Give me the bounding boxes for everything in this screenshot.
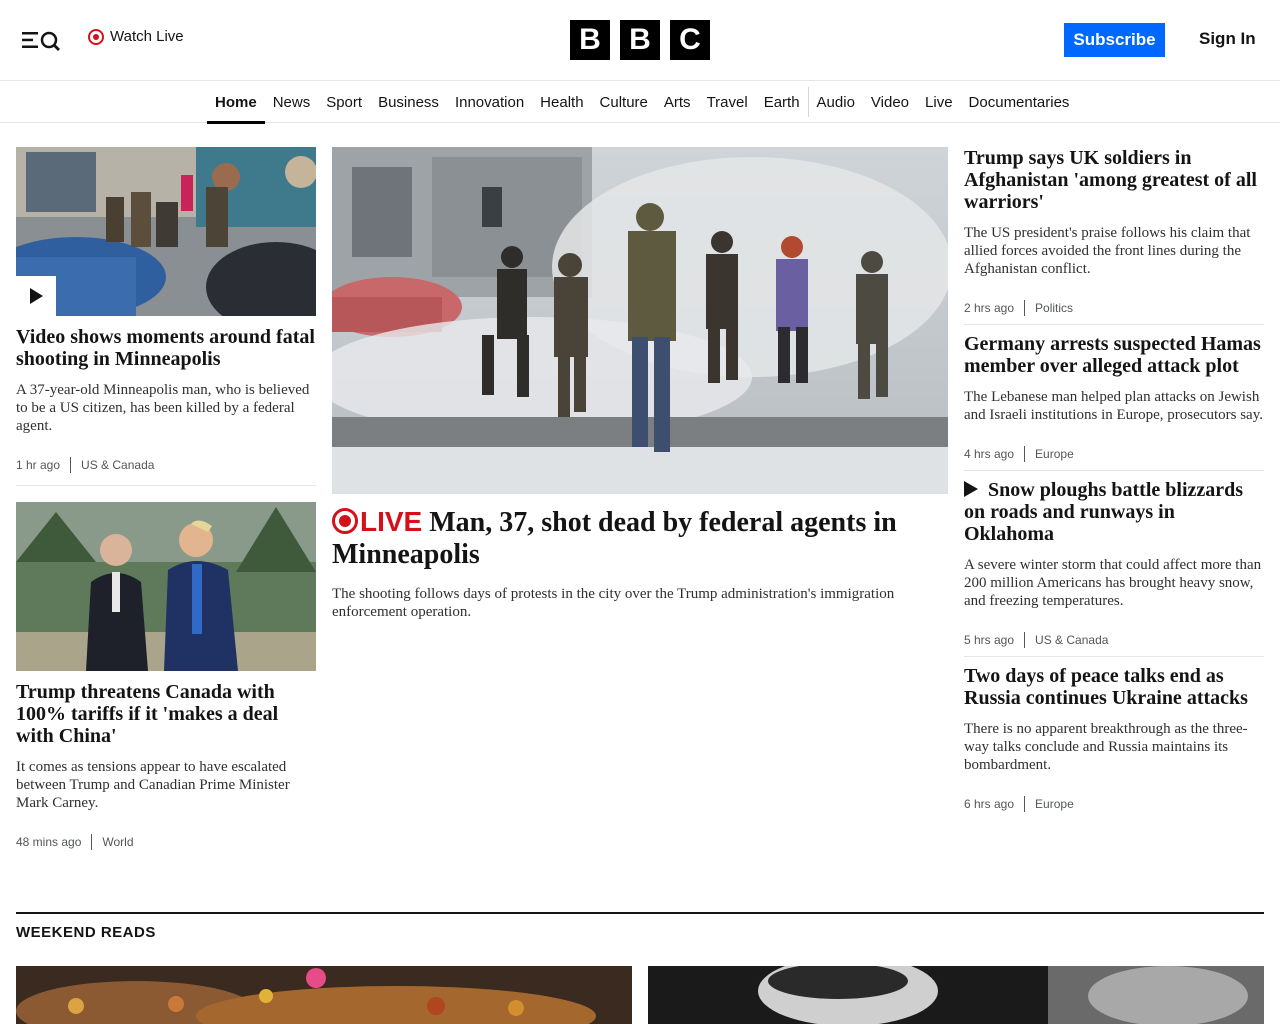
story-headline[interactable]: Germany arrests suspected Hamas member o…: [964, 333, 1264, 377]
story-meta: 6 hrs ago Europe: [964, 796, 1264, 812]
live-icon: [332, 508, 358, 534]
weekend-story-image[interactable]: [648, 966, 1264, 1024]
logo-block: B: [620, 20, 660, 60]
right-column: Trump says UK soldiers in Afghanistan 'a…: [964, 147, 1264, 812]
meta-divider: [70, 457, 72, 473]
story-card[interactable]: Two days of peace talks end as Russia co…: [964, 665, 1264, 812]
subscribe-button[interactable]: Subscribe: [1064, 23, 1165, 57]
menu-search-icon: [22, 31, 60, 51]
story-category[interactable]: US & Canada: [1035, 633, 1108, 647]
weekend-story-image[interactable]: [16, 966, 632, 1024]
nav-item-culture[interactable]: Culture: [592, 81, 656, 123]
story-category[interactable]: World: [102, 835, 133, 849]
story-divider: [964, 324, 1264, 325]
story-category[interactable]: Europe: [1035, 797, 1074, 811]
hero-image[interactable]: [332, 147, 948, 494]
story-time: 6 hrs ago: [964, 797, 1015, 811]
story-meta: 4 hrs ago Europe: [964, 446, 1264, 462]
story-time: 4 hrs ago: [964, 447, 1015, 461]
story-category[interactable]: US & Canada: [81, 458, 154, 472]
story-image[interactable]: [16, 502, 316, 671]
story-time: 48 mins ago: [16, 835, 82, 849]
story-time: 2 hrs ago: [964, 301, 1015, 315]
site-header: Watch Live B B C Subscribe Sign In: [0, 0, 1280, 81]
nav-item-innovation[interactable]: Innovation: [447, 81, 532, 123]
nav-item-video[interactable]: Video: [863, 81, 917, 123]
story-headline[interactable]: Two days of peace talks end as Russia co…: [964, 665, 1264, 709]
street-scene-image: [16, 147, 316, 316]
bbc-logo[interactable]: B B C: [570, 20, 710, 60]
meta-divider: [91, 834, 93, 850]
watch-live-link[interactable]: Watch Live: [88, 28, 184, 45]
nav-item-arts[interactable]: Arts: [656, 81, 699, 123]
story-meta: 48 mins ago World: [16, 834, 316, 850]
left-column: Video shows moments around fatal shootin…: [16, 147, 316, 850]
nav-item-business[interactable]: Business: [370, 81, 447, 123]
nav-item-home[interactable]: Home: [207, 81, 265, 124]
story-headline[interactable]: Snow ploughs battle blizzards on roads a…: [964, 479, 1264, 545]
live-icon: [88, 28, 104, 45]
main-nav: Home News Sport Business Innovation Health Cul…: [0, 81, 1280, 124]
story-divider: [964, 656, 1264, 657]
story-headline-text: Snow ploughs battle blizzards on roads a…: [964, 479, 1244, 545]
story-headline[interactable]: Video shows moments around fatal shootin…: [16, 326, 316, 370]
nav-item-live[interactable]: Live: [917, 81, 961, 123]
live-label: LIVE: [332, 506, 422, 537]
protest-scene-image: [332, 147, 948, 494]
story-headline[interactable]: Trump says UK soldiers in Afghanistan 'a…: [964, 147, 1264, 213]
hero-summary: The shooting follows days of protests in…: [332, 586, 895, 620]
story-card[interactable]: Trump threatens Canada with 100% tariffs…: [16, 502, 316, 850]
story-category[interactable]: Europe: [1035, 447, 1074, 461]
hero-headline[interactable]: LIVE Man, 37, shot dead by federal agent…: [332, 506, 948, 571]
story-summary: There is no apparent breakthrough as the…: [964, 721, 1248, 773]
hero-story[interactable]: LIVE Man, 37, shot dead by federal agent…: [332, 147, 948, 621]
story-divider: [16, 485, 316, 486]
meta-divider: [1024, 796, 1026, 812]
story-category[interactable]: Politics: [1035, 301, 1073, 315]
nav-item-earth[interactable]: Earth: [756, 81, 808, 123]
bw-portrait-image: [648, 966, 1264, 1024]
leaders-photo-image: [16, 502, 316, 671]
watch-live-label: Watch Live: [110, 28, 184, 45]
nav-item-sport[interactable]: Sport: [318, 81, 370, 123]
nav-item-news[interactable]: News: [265, 81, 319, 123]
meta-divider: [1024, 446, 1026, 462]
story-summary: It comes as tensions appear to have esca…: [16, 759, 290, 811]
story-summary: A severe winter storm that could affect …: [964, 557, 1262, 609]
story-card[interactable]: Trump says UK soldiers in Afghanistan 'a…: [964, 147, 1264, 316]
nav-item-travel[interactable]: Travel: [699, 81, 756, 123]
story-headline[interactable]: Trump threatens Canada with 100% tariffs…: [16, 681, 316, 747]
play-button[interactable]: [16, 276, 56, 316]
live-text: LIVE: [360, 506, 423, 537]
story-card[interactable]: Snow ploughs battle blizzards on roads a…: [964, 479, 1264, 648]
menu-search-button[interactable]: [20, 26, 64, 54]
story-summary: A 37-year-old Minneapolis man, who is be…: [16, 382, 310, 434]
story-summary: The US president's praise follows his cl…: [964, 225, 1251, 277]
story-time: 5 hrs ago: [964, 633, 1015, 647]
story-card[interactable]: Germany arrests suspected Hamas member o…: [964, 333, 1264, 462]
story-divider: [964, 470, 1264, 471]
story-image-video[interactable]: [16, 147, 316, 316]
nav-item-audio[interactable]: Audio: [809, 81, 863, 123]
nav-item-health[interactable]: Health: [532, 81, 591, 123]
story-meta: 5 hrs ago US & Canada: [964, 632, 1264, 648]
story-summary: The Lebanese man helped plan attacks on …: [964, 389, 1263, 423]
play-icon: [964, 481, 978, 497]
play-icon: [30, 288, 43, 304]
story-card[interactable]: Video shows moments around fatal shootin…: [16, 147, 316, 473]
logo-block: B: [570, 20, 610, 60]
nav-item-documentaries[interactable]: Documentaries: [961, 81, 1078, 123]
nav-items: Home News Sport Business Innovation Health Cul…: [207, 81, 1078, 124]
meta-divider: [1024, 632, 1026, 648]
story-meta: 1 hr ago US & Canada: [16, 457, 316, 473]
meta-divider: [1024, 300, 1026, 316]
weekend-reads-section: WEEKEND READS: [16, 912, 1264, 941]
food-market-image: [16, 966, 632, 1024]
section-title: WEEKEND READS: [16, 924, 156, 941]
story-time: 1 hr ago: [16, 458, 61, 472]
story-meta: 2 hrs ago Politics: [964, 300, 1264, 316]
logo-block: C: [670, 20, 710, 60]
sign-in-button[interactable]: Sign In: [1199, 29, 1256, 49]
